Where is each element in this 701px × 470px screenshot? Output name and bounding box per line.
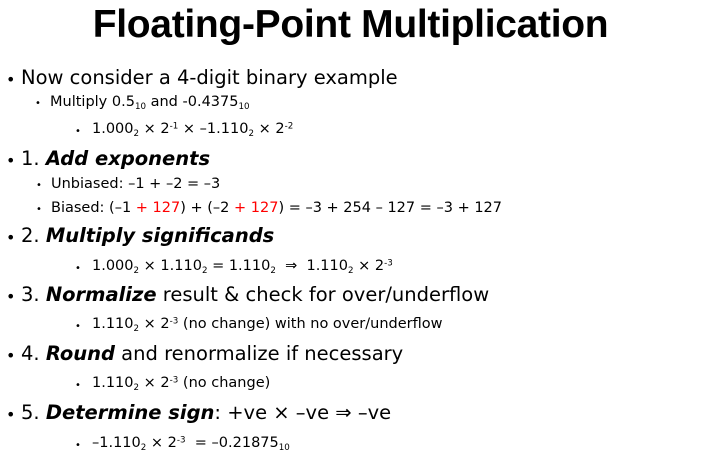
sub-sub-bullet-final-result: –1.1102 × 2-3 = –0.2187510 xyxy=(92,435,290,454)
sub-bullet-biased: Biased: (–1 + 127) + (–2 + 127) = –3 + 2… xyxy=(51,200,503,216)
slide-title: Floating-Point Multiplication xyxy=(92,3,609,46)
bullet-icon: • xyxy=(35,98,41,109)
bullet-icon: • xyxy=(75,440,81,451)
bullet-line-1: Now consider a 4-digit binary example xyxy=(21,66,398,89)
sub-sub-bullet-round-result: 1.1102 × 2-3 (no change) xyxy=(92,375,271,394)
step-round: 4. Round and renormalize if necessary xyxy=(21,342,404,365)
bullet-icon: • xyxy=(6,70,16,89)
bullet-icon: • xyxy=(75,126,81,137)
step-multiply-significands: 2. Multiply significands xyxy=(21,224,275,247)
bullet-icon: • xyxy=(6,151,16,170)
step-determine-sign: 5. Determine sign: +ve × –ve ⇒ –ve xyxy=(21,401,392,424)
sub-sub-bullet-operands: 1.0002 × 2-1 × –1.1102 × 2-2 xyxy=(92,121,294,140)
bullet-icon: • xyxy=(6,228,16,247)
bullet-icon: • xyxy=(75,321,81,332)
bullet-icon: • xyxy=(75,380,81,391)
sub-bullet-unbiased: Unbiased: –1 + –2 = –3 xyxy=(51,176,221,192)
bullet-icon: • xyxy=(36,180,42,191)
bullet-icon: • xyxy=(6,405,16,424)
step-add-exponents: 1. Add exponents xyxy=(21,147,211,170)
sub-sub-bullet-normalize-result: 1.1102 × 2-3 (no change) with no over/un… xyxy=(92,316,443,335)
step-normalize: 3. Normalize result & check for over/und… xyxy=(21,283,490,306)
sub-sub-bullet-significand-product: 1.0002 × 1.1102 = 1.1102 ⇒ 1.1102 × 2-3 xyxy=(92,258,393,277)
bullet-icon: • xyxy=(6,346,16,365)
bullet-icon: • xyxy=(6,287,16,306)
bullet-icon: • xyxy=(36,204,42,215)
bullet-icon: • xyxy=(75,263,81,274)
sub-bullet-multiply: Multiply 0.510 and -0.437510 xyxy=(50,94,250,113)
